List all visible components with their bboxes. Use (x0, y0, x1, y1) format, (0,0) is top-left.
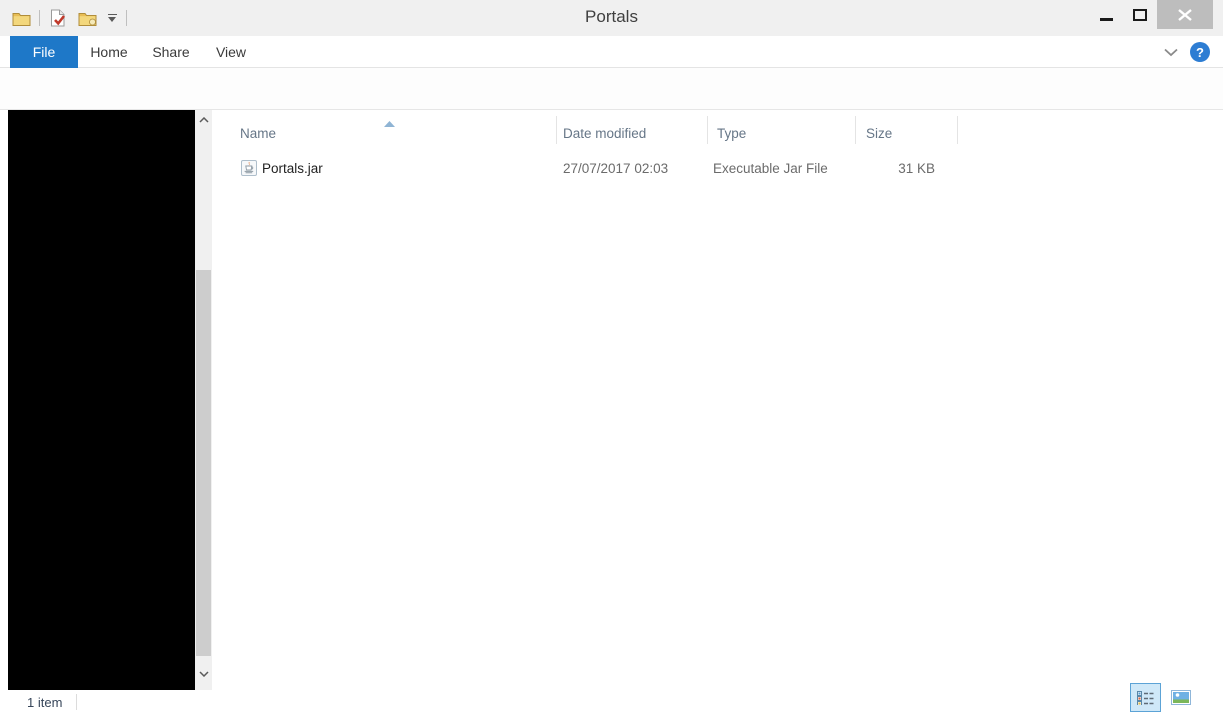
details-view-button[interactable] (1130, 683, 1161, 712)
column-divider[interactable] (707, 116, 708, 144)
tab-file[interactable]: File (10, 36, 78, 68)
chevron-down-icon (198, 671, 209, 677)
view-switcher (1130, 683, 1196, 712)
ribbon-tab-bar: File Home Share View ? (0, 36, 1223, 68)
file-size: 31 KB (898, 160, 935, 176)
scroll-down-button[interactable] (195, 666, 212, 682)
window-controls (1089, 0, 1213, 29)
java-jar-icon (241, 155, 259, 181)
details-view-icon (1137, 690, 1154, 705)
chevron-up-icon (198, 117, 209, 123)
navigation-pane-scrollbar[interactable] (195, 110, 212, 690)
column-divider[interactable] (556, 116, 557, 144)
chevron-down-icon (1164, 48, 1178, 56)
large-icons-view-button[interactable] (1165, 683, 1196, 712)
item-count: 1 item (27, 694, 63, 710)
maximize-icon (1133, 8, 1147, 21)
minimize-button[interactable] (1089, 0, 1123, 29)
file-type: Executable Jar File (713, 160, 828, 176)
window-title: Portals (585, 7, 638, 26)
column-header-size[interactable]: Size (866, 118, 892, 148)
explorer-window: Portals File Home Share View ? Search Po… (0, 0, 1223, 722)
column-divider[interactable] (957, 116, 958, 144)
tab-home[interactable]: Home (86, 36, 132, 68)
scrollbar-thumb[interactable] (196, 270, 211, 656)
status-bar: 1 item (8, 683, 1208, 714)
column-header-name[interactable]: Name (240, 118, 276, 148)
close-icon (1178, 8, 1192, 21)
tab-share[interactable]: Share (148, 36, 194, 68)
tab-view[interactable]: View (208, 36, 254, 68)
file-list: Name Date modified Type Size Portals.jar… (212, 110, 1208, 690)
sort-ascending-icon (384, 114, 395, 132)
file-date-modified: 27/07/2017 02:03 (563, 160, 669, 176)
scroll-up-button[interactable] (195, 112, 212, 128)
maximize-button[interactable] (1123, 0, 1157, 29)
navigation-bar: « Program Files Steam steamapps common R… (0, 68, 1223, 171)
help-button[interactable]: ? (1190, 42, 1210, 62)
column-header-type[interactable]: Type (717, 118, 746, 148)
title-bar: Portals (0, 0, 1223, 36)
file-row[interactable]: Portals.jar 27/07/2017 02:03 Executable … (212, 155, 972, 181)
navigation-pane[interactable] (8, 110, 195, 690)
column-divider[interactable] (855, 116, 856, 144)
collapse-ribbon-button[interactable] (1162, 45, 1180, 59)
minimize-icon (1099, 18, 1113, 21)
close-button[interactable] (1157, 0, 1213, 29)
file-name: Portals.jar (262, 160, 323, 176)
thumbnail-view-icon (1170, 690, 1191, 705)
column-header-date-modified[interactable]: Date modified (563, 118, 646, 148)
status-divider (76, 694, 78, 710)
